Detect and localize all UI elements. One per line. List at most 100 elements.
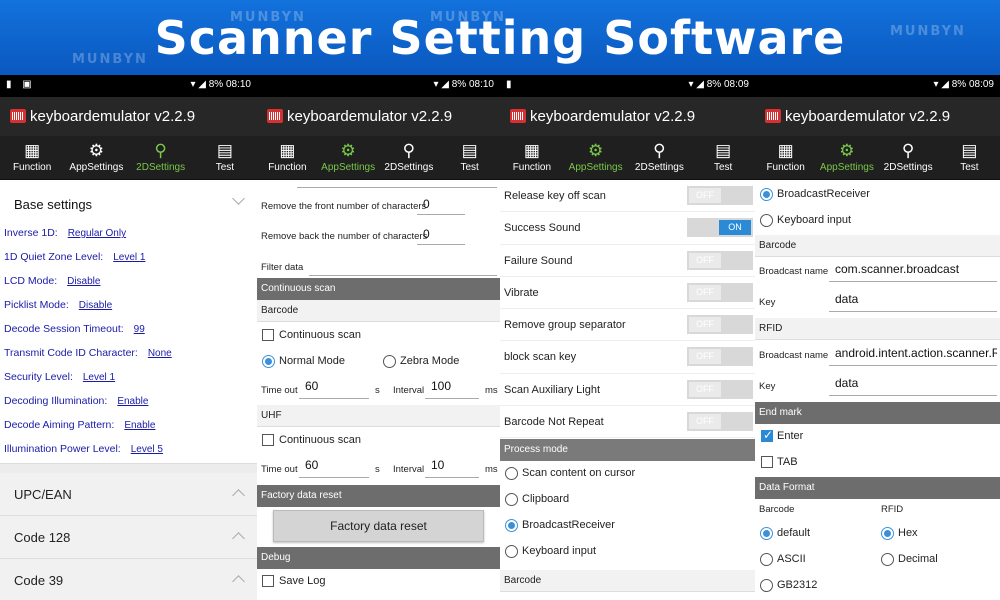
process-cursor-radio[interactable] (505, 467, 518, 480)
broadcast-receiver-radio[interactable] (760, 188, 773, 201)
setting-value-link[interactable]: Disable (79, 300, 112, 311)
status-bar: ▮ ▣ ▾ ◢ 8% 08:10 (0, 75, 257, 97)
barcode-key-label: Key (759, 297, 776, 308)
toggle-switch[interactable]: OFF (687, 282, 753, 302)
toggle-state: OFF (689, 381, 721, 397)
divider (0, 463, 257, 473)
section-code-128[interactable]: Code 128 (0, 516, 257, 559)
status-icons: ▮ ▣ (6, 79, 36, 90)
save-log-checkbox[interactable] (262, 575, 274, 587)
front-chars-input[interactable]: 0 (417, 197, 465, 215)
format-gb2312-radio[interactable] (760, 579, 773, 592)
continuous-scan-checkbox[interactable] (262, 329, 274, 341)
tab-2dsettings[interactable]: ⚲ 2DSettings (379, 136, 440, 179)
section-upc-ean[interactable]: UPC/EAN (0, 473, 257, 516)
setting-row: Inverse 1D: Regular Only (0, 223, 257, 247)
toggle-switch[interactable]: OFF (687, 379, 753, 399)
rfid-header: RFID (755, 318, 1000, 340)
keyboard-input-radio[interactable] (760, 214, 773, 227)
tab-appsettings[interactable]: ⚙ AppSettings (564, 136, 628, 179)
tab-test[interactable]: ▤ Test (439, 136, 500, 179)
calculator-icon: ▤ (961, 141, 978, 160)
setting-value-link[interactable]: None (148, 348, 172, 359)
setting-value-link[interactable]: Enable (124, 420, 155, 431)
toggle-switch[interactable]: OFF (687, 315, 753, 335)
uhf-continuous-label: Continuous scan (279, 434, 361, 446)
settings-list: Inverse 1D: Regular Only 1D Quiet Zone Lev… (0, 223, 257, 463)
setting-value-link[interactable]: Level 5 (131, 444, 163, 455)
toggle-label: block scan key (504, 351, 577, 364)
toggle-switch[interactable]: OFF (687, 347, 753, 367)
toggle-switch[interactable]: ON (687, 218, 753, 238)
format-hex-radio[interactable] (881, 527, 894, 540)
uhf-interval-unit: ms (485, 464, 498, 475)
toggle-switch[interactable]: OFF (687, 186, 753, 205)
section-code-39[interactable]: Code 39 (0, 559, 257, 600)
tab-label: TAB (777, 456, 798, 468)
uhf-continuous-checkbox[interactable] (262, 434, 274, 446)
barcode-broadcast-input[interactable]: com.scanner.broadcast (829, 262, 997, 282)
setting-row: Picklist Mode: Disable (0, 295, 257, 319)
rfid-broadcast-input[interactable]: android.intent.action.scanner.RF (829, 346, 997, 366)
factory-reset-button[interactable]: Factory data reset (273, 510, 484, 542)
format-decimal-radio[interactable] (881, 553, 894, 566)
uhf-timeout-input[interactable]: 60 (299, 458, 369, 478)
tab-function[interactable]: ▦ Function (257, 136, 318, 179)
tab-function[interactable]: ▦ Function (500, 136, 564, 179)
app-titlebar: keyboardemulator v2.2.9 (500, 97, 755, 136)
back-chars-input[interactable]: 0 (417, 227, 465, 245)
setting-value-link[interactable]: Level 1 (113, 252, 145, 263)
toggle-row: Release key off scan OFF (500, 180, 755, 213)
setting-row: Transmit Code ID Character: None (0, 343, 257, 367)
timeout-input[interactable]: 60 (299, 379, 369, 399)
toggle-switch[interactable]: OFF (687, 250, 753, 270)
toggle-row: Success Sound ON (500, 212, 755, 245)
process-broadcast-radio[interactable] (505, 519, 518, 532)
enter-checkbox[interactable] (761, 428, 773, 442)
tab-test[interactable]: ▤ Test (691, 136, 755, 179)
process-keyboard-radio[interactable] (505, 545, 518, 558)
filter-input[interactable] (309, 260, 497, 276)
uhf-interval-input[interactable]: 10 (425, 458, 479, 478)
uhf-interval-label: Interval (393, 464, 425, 475)
zebra-mode-radio[interactable] (383, 355, 396, 368)
setting-value-link[interactable]: 99 (134, 324, 145, 335)
tab-2dsettings[interactable]: ⚲ 2DSettings (628, 136, 692, 179)
normal-mode-radio[interactable] (262, 355, 275, 368)
tab-function[interactable]: ▦ Function (0, 136, 64, 179)
tab-2dsettings[interactable]: ⚲ 2DSettings (129, 136, 193, 179)
tab-test[interactable]: ▤ Test (193, 136, 257, 179)
format-default-radio[interactable] (760, 527, 773, 540)
toggle-label: Failure Sound (504, 254, 573, 267)
banner: Scanner Setting Software MUNBYN MUNBYN M… (0, 0, 1000, 75)
setting-value-link[interactable]: Enable (117, 396, 148, 407)
uhf-header: UHF (257, 405, 500, 427)
tab-2dsettings[interactable]: ⚲ 2DSettings (878, 136, 939, 179)
rfid-key-input[interactable]: data (829, 376, 997, 396)
tab-appsettings[interactable]: ⚙ AppSettings (318, 136, 379, 179)
tab-function[interactable]: ▦ Function (755, 136, 816, 179)
tab-appsettings[interactable]: ⚙ AppSettings (816, 136, 877, 179)
setting-row: Security Level: Level 1 (0, 367, 257, 391)
format-default-label: default (777, 527, 811, 539)
debug-header: Debug (257, 547, 500, 569)
toggle-row: Vibrate OFF (500, 277, 755, 310)
setting-value-link[interactable]: Disable (67, 276, 100, 287)
status-bar: ▮ ▾ ◢ 8% 08:09 (500, 75, 755, 97)
setting-value-link[interactable]: Level 1 (83, 372, 115, 383)
status-right: ▾ ◢ 8% 08:09 (688, 79, 749, 90)
barcode-key-input[interactable]: data (829, 292, 997, 312)
tab-test[interactable]: ▤ Test (939, 136, 1000, 179)
format-ascii-radio[interactable] (760, 553, 773, 566)
base-settings-header[interactable]: Base settings (0, 180, 257, 223)
barcode-broadcast-label: Broadcast name (759, 266, 829, 277)
tab-checkbox[interactable] (761, 456, 773, 468)
interval-input[interactable]: 100 (425, 379, 479, 399)
suffix-field[interactable] (297, 180, 497, 188)
tab-appsettings[interactable]: ⚙ AppSettings (64, 136, 128, 179)
setting-value-link[interactable]: Regular Only (68, 228, 126, 239)
process-clipboard-radio[interactable] (505, 493, 518, 506)
chevron-up-icon (232, 532, 245, 545)
timeout-label: Time out (261, 385, 298, 396)
toggle-switch[interactable]: OFF (687, 412, 753, 432)
